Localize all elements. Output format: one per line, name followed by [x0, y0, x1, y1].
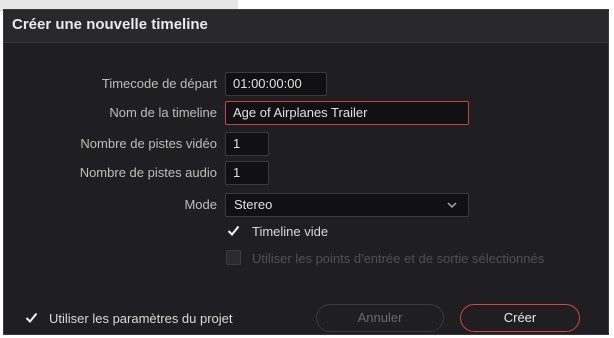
mode-select[interactable]: Stereo [225, 193, 469, 217]
checkmark-icon [227, 225, 240, 236]
checkmark-icon [25, 312, 38, 323]
timeline-name-label: Nom de la timeline [109, 105, 217, 120]
dialog-titlebar: Créer une nouvelle timeline [4, 10, 608, 43]
use-in-out-label: Utiliser les points d'entrée et de sorti… [252, 251, 545, 266]
timeline-name-input[interactable]: Age of Airplanes Trailer [225, 101, 469, 125]
create-button[interactable]: Créer [460, 304, 580, 332]
new-timeline-dialog: Créer une nouvelle timeline Timecode de … [3, 9, 609, 335]
dialog-title: Créer une nouvelle timeline [12, 16, 208, 33]
use-project-settings-checkbox[interactable] [24, 310, 39, 325]
chevron-down-icon [446, 197, 458, 219]
empty-timeline-label: Timeline vide [252, 224, 329, 239]
video-tracks-label: Nombre de pistes vidéo [80, 136, 217, 151]
video-tracks-input[interactable]: 1 [225, 132, 269, 156]
use-in-out-checkbox[interactable] [226, 250, 241, 265]
mode-selected-value: Stereo [234, 197, 273, 212]
audio-tracks-input[interactable]: 1 [225, 161, 269, 185]
empty-timeline-checkbox[interactable] [226, 223, 241, 238]
cancel-button[interactable]: Annuler [316, 304, 444, 332]
use-project-settings-label: Utiliser les paramètres du projet [49, 311, 233, 326]
mode-label: Mode [184, 197, 217, 212]
timecode-input[interactable]: 01:00:00:00 [225, 72, 327, 96]
timecode-label: Timecode de départ [101, 76, 217, 91]
audio-tracks-label: Nombre de pistes audio [79, 165, 217, 180]
